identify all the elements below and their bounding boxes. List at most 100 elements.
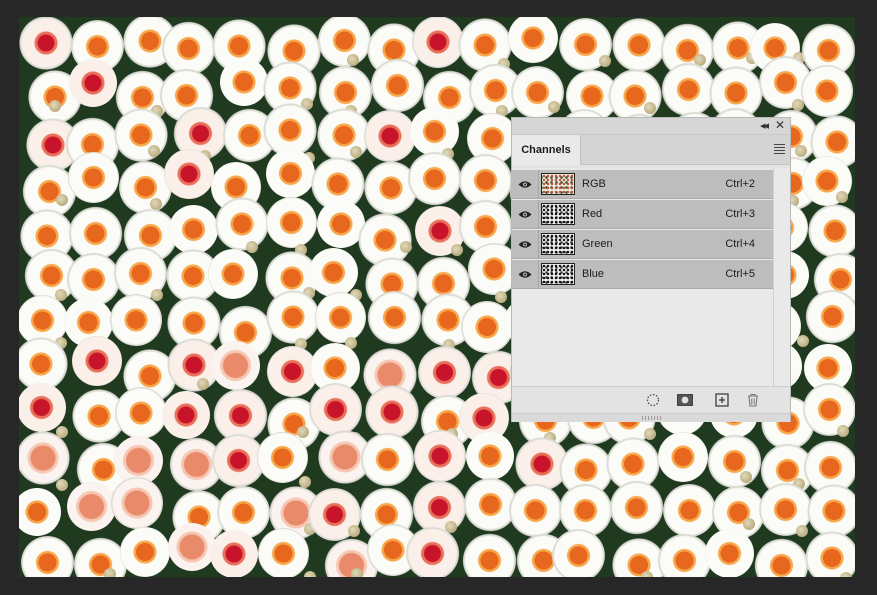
daisy-flower <box>309 248 358 297</box>
flower-bud <box>351 568 363 577</box>
daisy-flower <box>266 197 317 248</box>
flower-bud <box>495 291 507 303</box>
daisy-flower <box>405 526 460 577</box>
channel-name: Red <box>582 208 603 220</box>
daisy-flower <box>120 527 170 577</box>
channel-list: RGB Ctrl+2 Red Ctrl+3 Green Ctrl+4 Blue … <box>512 168 790 386</box>
flower-bud <box>104 568 116 577</box>
eye-icon <box>518 241 532 248</box>
daisy-flower <box>208 249 258 299</box>
panel-menu-icon[interactable] <box>774 144 785 154</box>
channel-thumbnail <box>541 203 575 225</box>
daisy-flower <box>418 346 471 399</box>
daisy-flower <box>266 149 315 198</box>
daisy-flower <box>67 482 116 531</box>
channel-thumbnail <box>541 263 575 285</box>
channel-row-rgb[interactable]: RGB Ctrl+2 <box>512 170 773 199</box>
visibility-toggle[interactable] <box>512 230 539 259</box>
panel-tab-row: Channels <box>512 135 790 165</box>
daisy-flower <box>162 391 210 439</box>
daisy-flower <box>266 290 320 344</box>
daisy-flower <box>164 149 214 199</box>
daisy-flower <box>19 17 77 74</box>
daisy-flower <box>19 383 66 432</box>
channel-shortcut: Ctrl+4 <box>725 238 755 250</box>
channel-row-green[interactable]: Green Ctrl+4 <box>512 230 773 259</box>
flower-bud <box>840 572 852 577</box>
daisy-flower <box>663 484 716 537</box>
close-icon[interactable]: ✕ <box>775 118 785 132</box>
daisy-flower <box>414 430 466 482</box>
daisy-flower <box>366 289 423 346</box>
channel-name: Blue <box>582 268 605 280</box>
daisy-flower <box>459 530 520 577</box>
daisy-flower <box>168 523 216 571</box>
daisy-flower <box>69 59 117 107</box>
daisy-flower <box>19 488 61 536</box>
daisy-flower <box>257 432 308 483</box>
daisy-flower <box>804 530 855 577</box>
panel-footer-toolbar <box>512 386 790 413</box>
channel-thumbnail <box>541 233 575 255</box>
daisy-flower <box>68 152 119 203</box>
daisy-flower <box>19 429 72 487</box>
panel-scrollbar[interactable] <box>773 168 790 386</box>
daisy-flower <box>805 289 855 344</box>
daisy-flower <box>704 431 765 492</box>
daisy-flower <box>508 17 558 63</box>
channel-shortcut: Ctrl+3 <box>725 208 755 220</box>
eye-icon <box>518 181 532 188</box>
daisy-flower <box>466 432 514 480</box>
flower-bud <box>548 101 560 113</box>
flower-bud <box>599 55 611 67</box>
workspace: ◂◂ ✕ Channels RGB Ctrl+2 Red Ctrl+3 Gree… <box>0 0 877 595</box>
eye-icon <box>518 211 532 218</box>
channel-row-blue[interactable]: Blue Ctrl+5 <box>512 260 773 289</box>
channels-panel: ◂◂ ✕ Channels RGB Ctrl+2 Red Ctrl+3 Gree… <box>511 117 791 422</box>
daisy-flower <box>211 341 260 390</box>
visibility-toggle[interactable] <box>512 170 539 199</box>
daisy-flower <box>309 383 362 436</box>
flower-bud <box>350 146 362 158</box>
daisy-flower <box>215 197 269 251</box>
flower-bud <box>796 525 808 537</box>
flower-bud <box>148 145 160 157</box>
daisy-flower <box>360 432 415 487</box>
daisy-flower <box>315 292 366 343</box>
create-new-channel-icon[interactable] <box>715 393 729 407</box>
channel-shortcut: Ctrl+2 <box>725 178 755 190</box>
daisy-flower <box>258 528 309 577</box>
flower-bud <box>837 425 849 437</box>
flower-bud <box>56 479 68 491</box>
daisy-flower <box>406 150 463 207</box>
visibility-toggle[interactable] <box>512 200 539 229</box>
load-channel-as-selection-icon[interactable] <box>646 393 660 407</box>
daisy-flower <box>115 387 167 439</box>
flower-bud <box>797 335 809 347</box>
channel-row-red[interactable]: Red Ctrl+3 <box>512 200 773 229</box>
visibility-toggle[interactable] <box>512 260 539 289</box>
double-chevron-left-icon[interactable]: ◂◂ <box>760 119 769 132</box>
flower-bud <box>197 378 209 390</box>
daisy-flower <box>705 529 754 577</box>
delete-channel-icon[interactable] <box>746 393 760 407</box>
eye-icon <box>518 271 532 278</box>
channel-thumbnail <box>541 173 575 195</box>
daisy-flower <box>552 529 605 577</box>
panel-resize-handle[interactable] <box>512 413 790 422</box>
daisy-flower <box>21 536 74 577</box>
daisy-flower <box>364 110 416 162</box>
daisy-flower <box>110 294 162 346</box>
flower-bud <box>451 244 463 256</box>
flower-bud <box>297 426 309 438</box>
daisy-flower <box>605 476 668 539</box>
channel-name: RGB <box>582 178 606 190</box>
panel-title-bar[interactable]: ◂◂ ✕ <box>512 118 790 135</box>
save-selection-as-channel-icon[interactable] <box>677 393 693 407</box>
flower-bud <box>49 100 61 112</box>
tab-channels[interactable]: Channels <box>512 135 581 165</box>
daisy-flower <box>368 56 427 115</box>
daisy-flower <box>658 432 708 482</box>
daisy-flower <box>111 477 163 529</box>
flower-bud <box>641 571 653 577</box>
